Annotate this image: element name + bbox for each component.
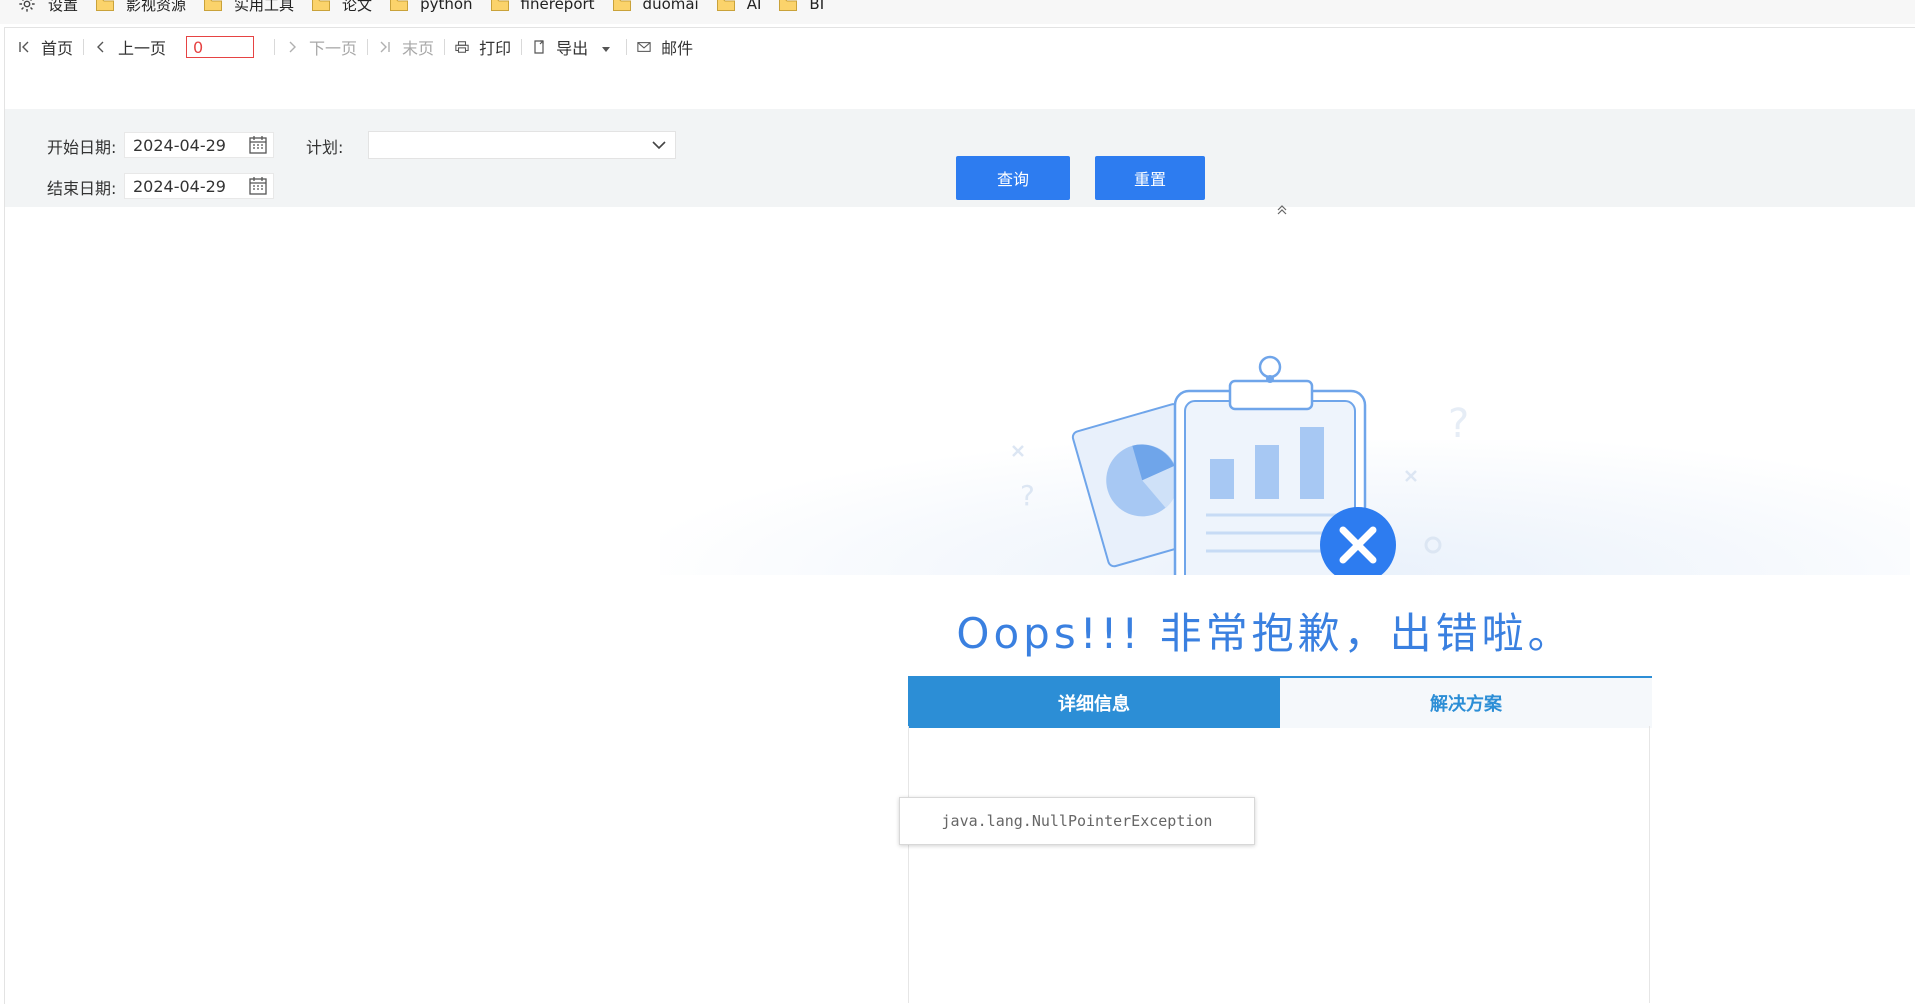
toolbar-divider: [367, 39, 369, 55]
tab-details[interactable]: 详细信息: [908, 678, 1280, 728]
folder-icon: [612, 0, 631, 11]
chevron-down-icon[interactable]: [651, 138, 667, 152]
bookmark-folder[interactable]: 论文: [312, 0, 372, 16]
folder-icon: [312, 0, 331, 11]
print-button[interactable]: 打印: [455, 33, 511, 61]
tab-solution[interactable]: 解决方案: [1280, 678, 1652, 728]
folder-icon: [716, 0, 735, 11]
folder-icon: [779, 0, 798, 11]
calendar-icon[interactable]: [247, 175, 269, 197]
error-tabs: 详细信息 解决方案: [908, 676, 1652, 728]
detail-panel: [908, 726, 1650, 1003]
bookmark-folder[interactable]: duomai: [612, 0, 699, 16]
bookmark-folder[interactable]: python: [390, 0, 473, 16]
bookmark-settings[interactable]: 设置: [18, 0, 78, 16]
end-date-input[interactable]: 2024-04-29: [124, 173, 274, 199]
folder-icon: [204, 0, 223, 11]
folder-icon: [390, 0, 409, 11]
error-title: Oops!!! 非常抱歉，出错啦。: [956, 609, 1574, 658]
last-page-label: 末页: [402, 39, 435, 58]
printer-icon: [455, 40, 469, 54]
chevron-right-icon: [285, 40, 299, 54]
gear-icon: [19, 0, 35, 12]
bookmark-folder[interactable]: 实用工具: [204, 0, 294, 16]
mail-icon: [637, 40, 651, 54]
reset-button[interactable]: 重置: [1095, 156, 1205, 200]
end-date-value: 2024-04-29: [133, 176, 226, 196]
caret-down-icon[interactable]: [602, 38, 611, 57]
export-icon: [532, 40, 546, 54]
bookmark-folder[interactable]: 影视资源: [96, 0, 186, 16]
plan-select[interactable]: [368, 131, 676, 159]
bookmark-label: duomai: [642, 0, 699, 13]
chevron-left-icon: [94, 40, 108, 54]
calendar-icon[interactable]: [247, 134, 269, 156]
plan-label: 计划:: [306, 138, 344, 157]
toolbar-divider: [83, 39, 85, 55]
toolbar-divider: [274, 39, 276, 55]
next-page-label: 下一页: [309, 39, 358, 58]
bookmark-label: 设置: [48, 0, 79, 14]
export-label: 导出: [556, 39, 589, 58]
start-date-label: 开始日期:: [47, 138, 117, 157]
first-page-label: 首页: [41, 39, 74, 58]
bookmark-label: 影视资源: [126, 0, 187, 14]
svg-text:?: ?: [1448, 401, 1469, 447]
report-toolbar: 首页 上一页 下一页 末页 打印 导出: [5, 28, 1915, 66]
bookmark-label: 实用工具: [234, 0, 295, 14]
first-page-icon: [17, 40, 31, 54]
folder-icon: [490, 0, 509, 11]
bookmark-label: AI: [746, 0, 762, 13]
page-number-input[interactable]: [186, 36, 255, 58]
last-page-icon: [378, 40, 392, 54]
export-button[interactable]: 导出: [532, 33, 611, 61]
next-page-button[interactable]: 下一页: [285, 33, 357, 61]
query-button[interactable]: 查询: [956, 156, 1070, 200]
error-illustration: ? ?: [1012, 355, 1469, 575]
svg-text:?: ?: [1020, 479, 1035, 512]
bookmark-folder[interactable]: finereport: [490, 0, 595, 16]
start-date-input[interactable]: 2024-04-29: [124, 132, 274, 158]
folder-icon: [96, 0, 115, 11]
collapse-icon[interactable]: [1277, 205, 1287, 215]
last-page-button[interactable]: 末页: [378, 33, 434, 61]
bookmark-folder[interactable]: BI: [779, 0, 824, 16]
bookmark-folder[interactable]: AI: [716, 0, 762, 16]
email-button[interactable]: 邮件: [637, 33, 693, 61]
toolbar-divider: [521, 39, 523, 55]
prev-page-label: 上一页: [118, 39, 167, 58]
bookmarks-bar: 设置 影视资源 实用工具 论文 python finereport duomai…: [0, 0, 1915, 24]
bookmark-label: BI: [809, 0, 825, 13]
exception-message: java.lang.NullPointerException: [899, 797, 1255, 845]
bookmark-label: 论文: [342, 0, 373, 14]
first-page-button[interactable]: 首页: [17, 33, 73, 61]
prev-page-button[interactable]: 上一页: [94, 33, 166, 61]
start-date-value: 2024-04-29: [133, 135, 226, 155]
bookmark-label: finereport: [520, 0, 595, 13]
email-label: 邮件: [661, 39, 694, 58]
toolbar-divider: [444, 39, 446, 55]
parameter-panel: 开始日期: 2024-04-29 结束日期: 2024-04-29 计划: 查询…: [5, 109, 1915, 207]
print-label: 打印: [479, 39, 512, 58]
end-date-label: 结束日期:: [47, 179, 117, 198]
toolbar-divider: [626, 39, 628, 55]
bookmark-label: python: [420, 0, 473, 13]
